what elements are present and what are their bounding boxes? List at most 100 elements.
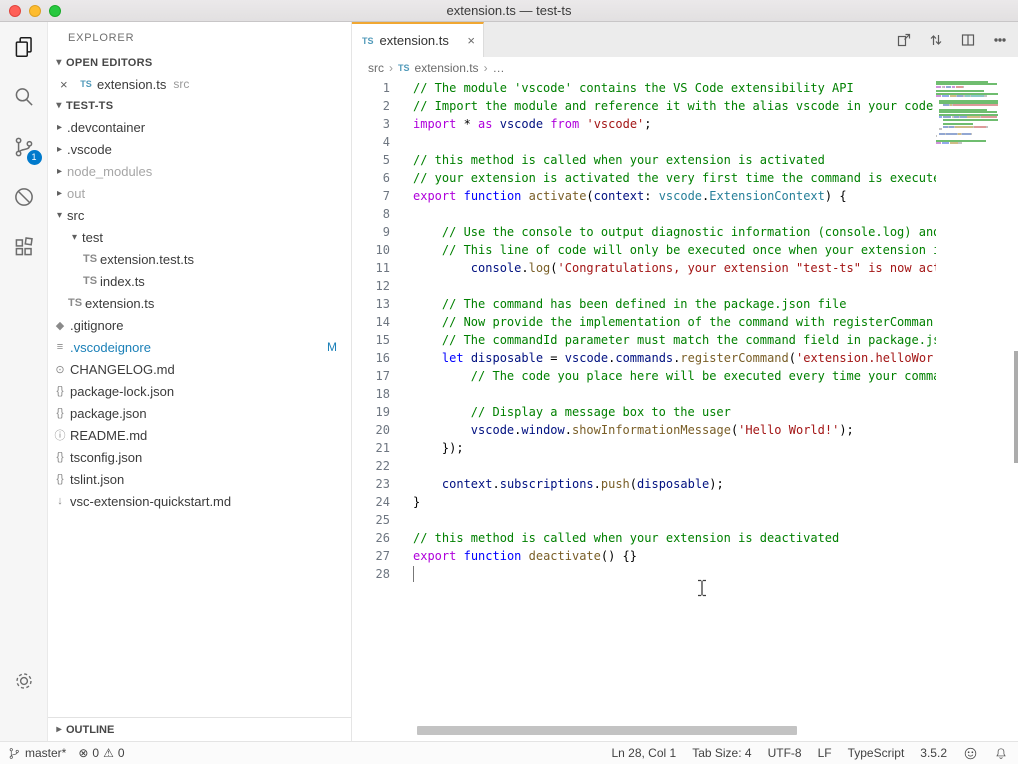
- chevron-right-icon: ▸: [52, 724, 66, 735]
- encoding-status[interactable]: UTF-8: [768, 746, 802, 760]
- line-number: 28: [352, 565, 390, 583]
- tree-item-tslint.json[interactable]: {}tslint.json: [48, 468, 351, 490]
- split-editor-icon[interactable]: [960, 32, 976, 48]
- open-changes-icon[interactable]: [896, 32, 912, 48]
- code-line-19[interactable]: // Display a message box to the user: [413, 403, 1018, 421]
- code-line-8[interactable]: [413, 205, 1018, 223]
- tree-item-README.md[interactable]: ⓘREADME.md: [48, 424, 351, 446]
- problems-status[interactable]: ⊗ 0 ⚠ 0: [78, 746, 124, 760]
- tree-item-.devcontainer[interactable]: ▸.devcontainer: [48, 116, 351, 138]
- minimap[interactable]: [936, 79, 1008, 741]
- line-number: 6: [352, 169, 390, 187]
- code-line-13[interactable]: // The command has been defined in the p…: [413, 295, 1018, 313]
- code-line-22[interactable]: [413, 457, 1018, 475]
- tree-item-tsconfig.json[interactable]: {}tsconfig.json: [48, 446, 351, 468]
- tree-item-package-lock.json[interactable]: {}package-lock.json: [48, 380, 351, 402]
- section-open-editors[interactable]: ▾ OPEN EDITORS: [48, 52, 351, 73]
- feedback-smiley-icon[interactable]: [963, 746, 978, 761]
- source-control-icon[interactable]: 1: [8, 134, 40, 184]
- breadcrumb-more[interactable]: …: [493, 61, 505, 75]
- indentation-status[interactable]: Tab Size: 4: [692, 746, 751, 760]
- line-number: 7: [352, 187, 390, 205]
- open-editor-folder: src: [173, 77, 189, 91]
- close-tab-icon[interactable]: ×: [467, 33, 475, 48]
- code-line-1[interactable]: // The module 'vscode' contains the VS C…: [413, 79, 1018, 97]
- tree-item-package.json[interactable]: {}package.json: [48, 402, 351, 424]
- tree-item-vsc-extension-quickstart.md[interactable]: ↓vsc-extension-quickstart.md: [48, 490, 351, 512]
- code-line-4[interactable]: [413, 133, 1018, 151]
- tree-item-CHANGELOG.md[interactable]: ⊙CHANGELOG.md: [48, 358, 351, 380]
- tree-item-test[interactable]: ▾test: [48, 226, 351, 248]
- code-line-28[interactable]: [413, 565, 1018, 583]
- code-line-10[interactable]: // This line of code will only be execut…: [413, 241, 1018, 259]
- code-line-18[interactable]: [413, 385, 1018, 403]
- code-line-3[interactable]: import * as vscode from 'vscode';: [413, 115, 1018, 133]
- code-line-15[interactable]: // The commandId parameter must match th…: [413, 331, 1018, 349]
- line-number: 19: [352, 403, 390, 421]
- tree-item-node_modules[interactable]: ▸node_modules: [48, 160, 351, 182]
- code-line-27[interactable]: export function deactivate() {}: [413, 547, 1018, 565]
- eol-status[interactable]: LF: [818, 746, 832, 760]
- warning-icon: ⚠: [103, 746, 114, 760]
- editor-body[interactable]: 1234567891011121314151617181920212223242…: [352, 79, 1018, 741]
- notifications-bell-icon[interactable]: [994, 746, 1008, 761]
- search-icon[interactable]: [8, 84, 40, 134]
- code-line-16[interactable]: let disposable = vscode.commands.registe…: [413, 349, 1018, 367]
- code-line-5[interactable]: // this method is called when your exten…: [413, 151, 1018, 169]
- tab-bar: TS extension.ts ×: [352, 22, 1018, 57]
- code-lines[interactable]: // The module 'vscode' contains the VS C…: [413, 79, 1018, 741]
- tree-item-label: .vscode: [67, 142, 112, 157]
- sidebar-title: EXPLORER: [48, 22, 351, 52]
- git-branch-status[interactable]: master*: [8, 746, 66, 761]
- settings-gear-icon[interactable]: [8, 669, 40, 719]
- code-line-21[interactable]: });: [413, 439, 1018, 457]
- code-line-24[interactable]: }: [413, 493, 1018, 511]
- vertical-scrollbar[interactable]: [1014, 351, 1018, 463]
- language-mode-status[interactable]: TypeScript: [848, 746, 905, 760]
- tree-item-extension.test.ts[interactable]: TSextension.test.ts: [48, 248, 351, 270]
- code-line-14[interactable]: // Now provide the implementation of the…: [413, 313, 1018, 331]
- typescript-version-status[interactable]: 3.5.2: [920, 746, 947, 760]
- tree-item-.vscodeignore[interactable]: ≡.vscodeignoreM: [48, 336, 351, 358]
- section-project[interactable]: ▾ TEST-TS: [48, 95, 351, 116]
- section-outline[interactable]: ▸ OUTLINE: [48, 717, 351, 741]
- breadcrumb-file[interactable]: extension.ts: [415, 61, 479, 75]
- code-line-23[interactable]: context.subscriptions.push(disposable);: [413, 475, 1018, 493]
- code-line-9[interactable]: // Use the console to output diagnostic …: [413, 223, 1018, 241]
- line-number: 5: [352, 151, 390, 169]
- tree-item-.vscode[interactable]: ▸.vscode: [48, 138, 351, 160]
- editor-group: TS extension.ts ×: [352, 22, 1018, 741]
- code-line-2[interactable]: // Import the module and reference it wi…: [413, 97, 1018, 115]
- open-editor-item[interactable]: × TS extension.ts src: [48, 73, 351, 95]
- code-line-17[interactable]: // The code you place here will be execu…: [413, 367, 1018, 385]
- cursor-position-status[interactable]: Ln 28, Col 1: [611, 746, 676, 760]
- tree-item-src[interactable]: ▾src: [48, 204, 351, 226]
- horizontal-scrollbar[interactable]: [417, 726, 797, 735]
- tree-item-extension.ts[interactable]: TSextension.ts: [48, 292, 351, 314]
- typescript-icon: TS: [82, 275, 98, 287]
- line-number: 24: [352, 493, 390, 511]
- code-line-11[interactable]: console.log('Congratulations, your exten…: [413, 259, 1018, 277]
- code-line-20[interactable]: vscode.window.showInformationMessage('He…: [413, 421, 1018, 439]
- breadcrumb[interactable]: src › TS extension.ts › …: [352, 57, 1018, 79]
- more-actions-icon[interactable]: [992, 32, 1008, 48]
- code-line-25[interactable]: [413, 511, 1018, 529]
- code-line-7[interactable]: export function activate(context: vscode…: [413, 187, 1018, 205]
- code-line-12[interactable]: [413, 277, 1018, 295]
- explorer-icon[interactable]: [8, 34, 40, 84]
- extensions-icon[interactable]: [8, 234, 40, 284]
- breadcrumb-folder[interactable]: src: [368, 61, 384, 75]
- minimap-line: [936, 104, 1008, 106]
- tree-item-out[interactable]: ▸out: [48, 182, 351, 204]
- tree-item-label: extension.test.ts: [100, 252, 194, 267]
- synchronize-changes-icon[interactable]: [928, 32, 944, 48]
- tree-item-.gitignore[interactable]: ◆.gitignore: [48, 314, 351, 336]
- debug-icon[interactable]: [8, 184, 40, 234]
- code-line-26[interactable]: // this method is called when your exten…: [413, 529, 1018, 547]
- close-icon[interactable]: ×: [60, 77, 74, 92]
- tree-item-index.ts[interactable]: TSindex.ts: [48, 270, 351, 292]
- tab-extension-ts[interactable]: TS extension.ts ×: [352, 22, 484, 57]
- section-label: OPEN EDITORS: [66, 57, 153, 69]
- code-line-6[interactable]: // your extension is activated the very …: [413, 169, 1018, 187]
- titlebar: extension.ts — test-ts: [0, 0, 1018, 22]
